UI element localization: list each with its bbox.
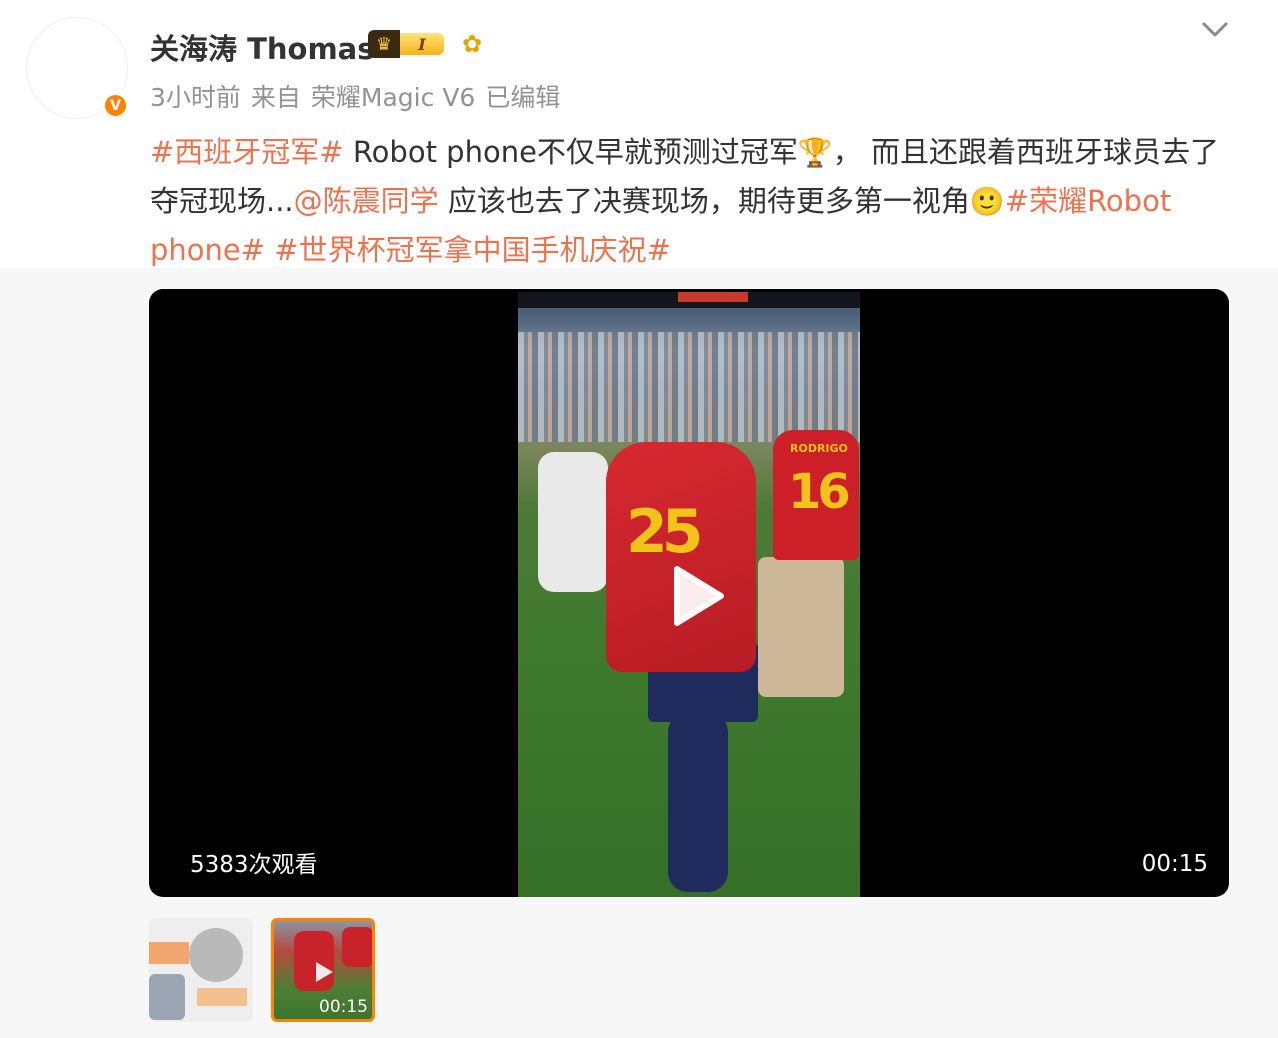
video-duration: 00:15 bbox=[1141, 851, 1208, 877]
fan-badge-icon[interactable]: ✿ bbox=[462, 30, 482, 58]
player-main-legs bbox=[668, 712, 728, 892]
trophy-emoji: 🏆 bbox=[797, 136, 833, 169]
thumbnail-duration: 00:15 bbox=[319, 997, 368, 1017]
post-device[interactable]: 荣耀Magic V6 bbox=[311, 83, 475, 112]
thumbnail-graphic bbox=[197, 988, 247, 1006]
play-icon[interactable] bbox=[657, 559, 731, 633]
hashtag-spain-champion[interactable]: #西班牙冠军# bbox=[150, 135, 344, 169]
stadium-stands bbox=[518, 332, 860, 442]
post-time[interactable]: 3小时前 bbox=[150, 83, 241, 112]
post-meta: 3小时前 来自 荣耀Magic V6 已编辑 bbox=[150, 78, 570, 114]
thumbnail-1[interactable] bbox=[149, 918, 253, 1022]
play-icon bbox=[316, 962, 333, 982]
hashtag-world-cup-celebration[interactable]: #世界杯冠军拿中国手机庆祝# bbox=[274, 233, 671, 267]
stadium-banner-accent bbox=[678, 292, 748, 302]
author-name[interactable]: 关海涛 Thomas bbox=[150, 26, 375, 68]
post-text-part: 应该也去了决赛现场，期待更多第一视角 bbox=[438, 184, 970, 218]
thumbnail-graphic bbox=[342, 927, 372, 967]
view-count: 5383次观看 bbox=[190, 852, 318, 878]
jersey-name: RODRIGO bbox=[790, 442, 848, 455]
video-player[interactable]: RODRIGO 16 25 5383次观看 00:15 bbox=[149, 289, 1229, 897]
post-header: V 关海涛 Thomas ♛ I ✿ 3小时前 来自 荣耀Magic V6 已编辑 #… bbox=[0, 0, 1278, 268]
post-text-part: Robot phone不仅早就预测过冠军 bbox=[343, 135, 798, 169]
post-text: #西班牙冠军# Robot phone不仅早就预测过冠军🏆， 而且还跟着西班牙球… bbox=[150, 128, 1235, 274]
jersey-number-left: 25 bbox=[626, 497, 703, 567]
smile-emoji: 🙂 bbox=[969, 185, 1005, 218]
vip-badge[interactable]: ♛ I bbox=[368, 30, 446, 58]
mention-link[interactable]: @陈震同学 bbox=[294, 184, 439, 218]
bystander bbox=[538, 452, 608, 592]
thumbnail-graphic bbox=[149, 974, 185, 1020]
vip-crown-icon: ♛ bbox=[368, 30, 400, 58]
chevron-down-icon[interactable] bbox=[1199, 14, 1231, 46]
thumbnail-graphic bbox=[149, 942, 189, 964]
post-edited[interactable]: 已编辑 bbox=[485, 83, 560, 112]
post-source-prefix: 来自 bbox=[250, 83, 301, 112]
verified-icon: V bbox=[102, 92, 129, 119]
thumbnail-graphic bbox=[189, 928, 243, 982]
vip-level: I bbox=[400, 33, 444, 55]
thumbnail-2[interactable]: 00:15 bbox=[271, 918, 375, 1022]
jersey-number-right: 16 bbox=[788, 464, 851, 520]
player-right-trousers bbox=[758, 557, 844, 697]
